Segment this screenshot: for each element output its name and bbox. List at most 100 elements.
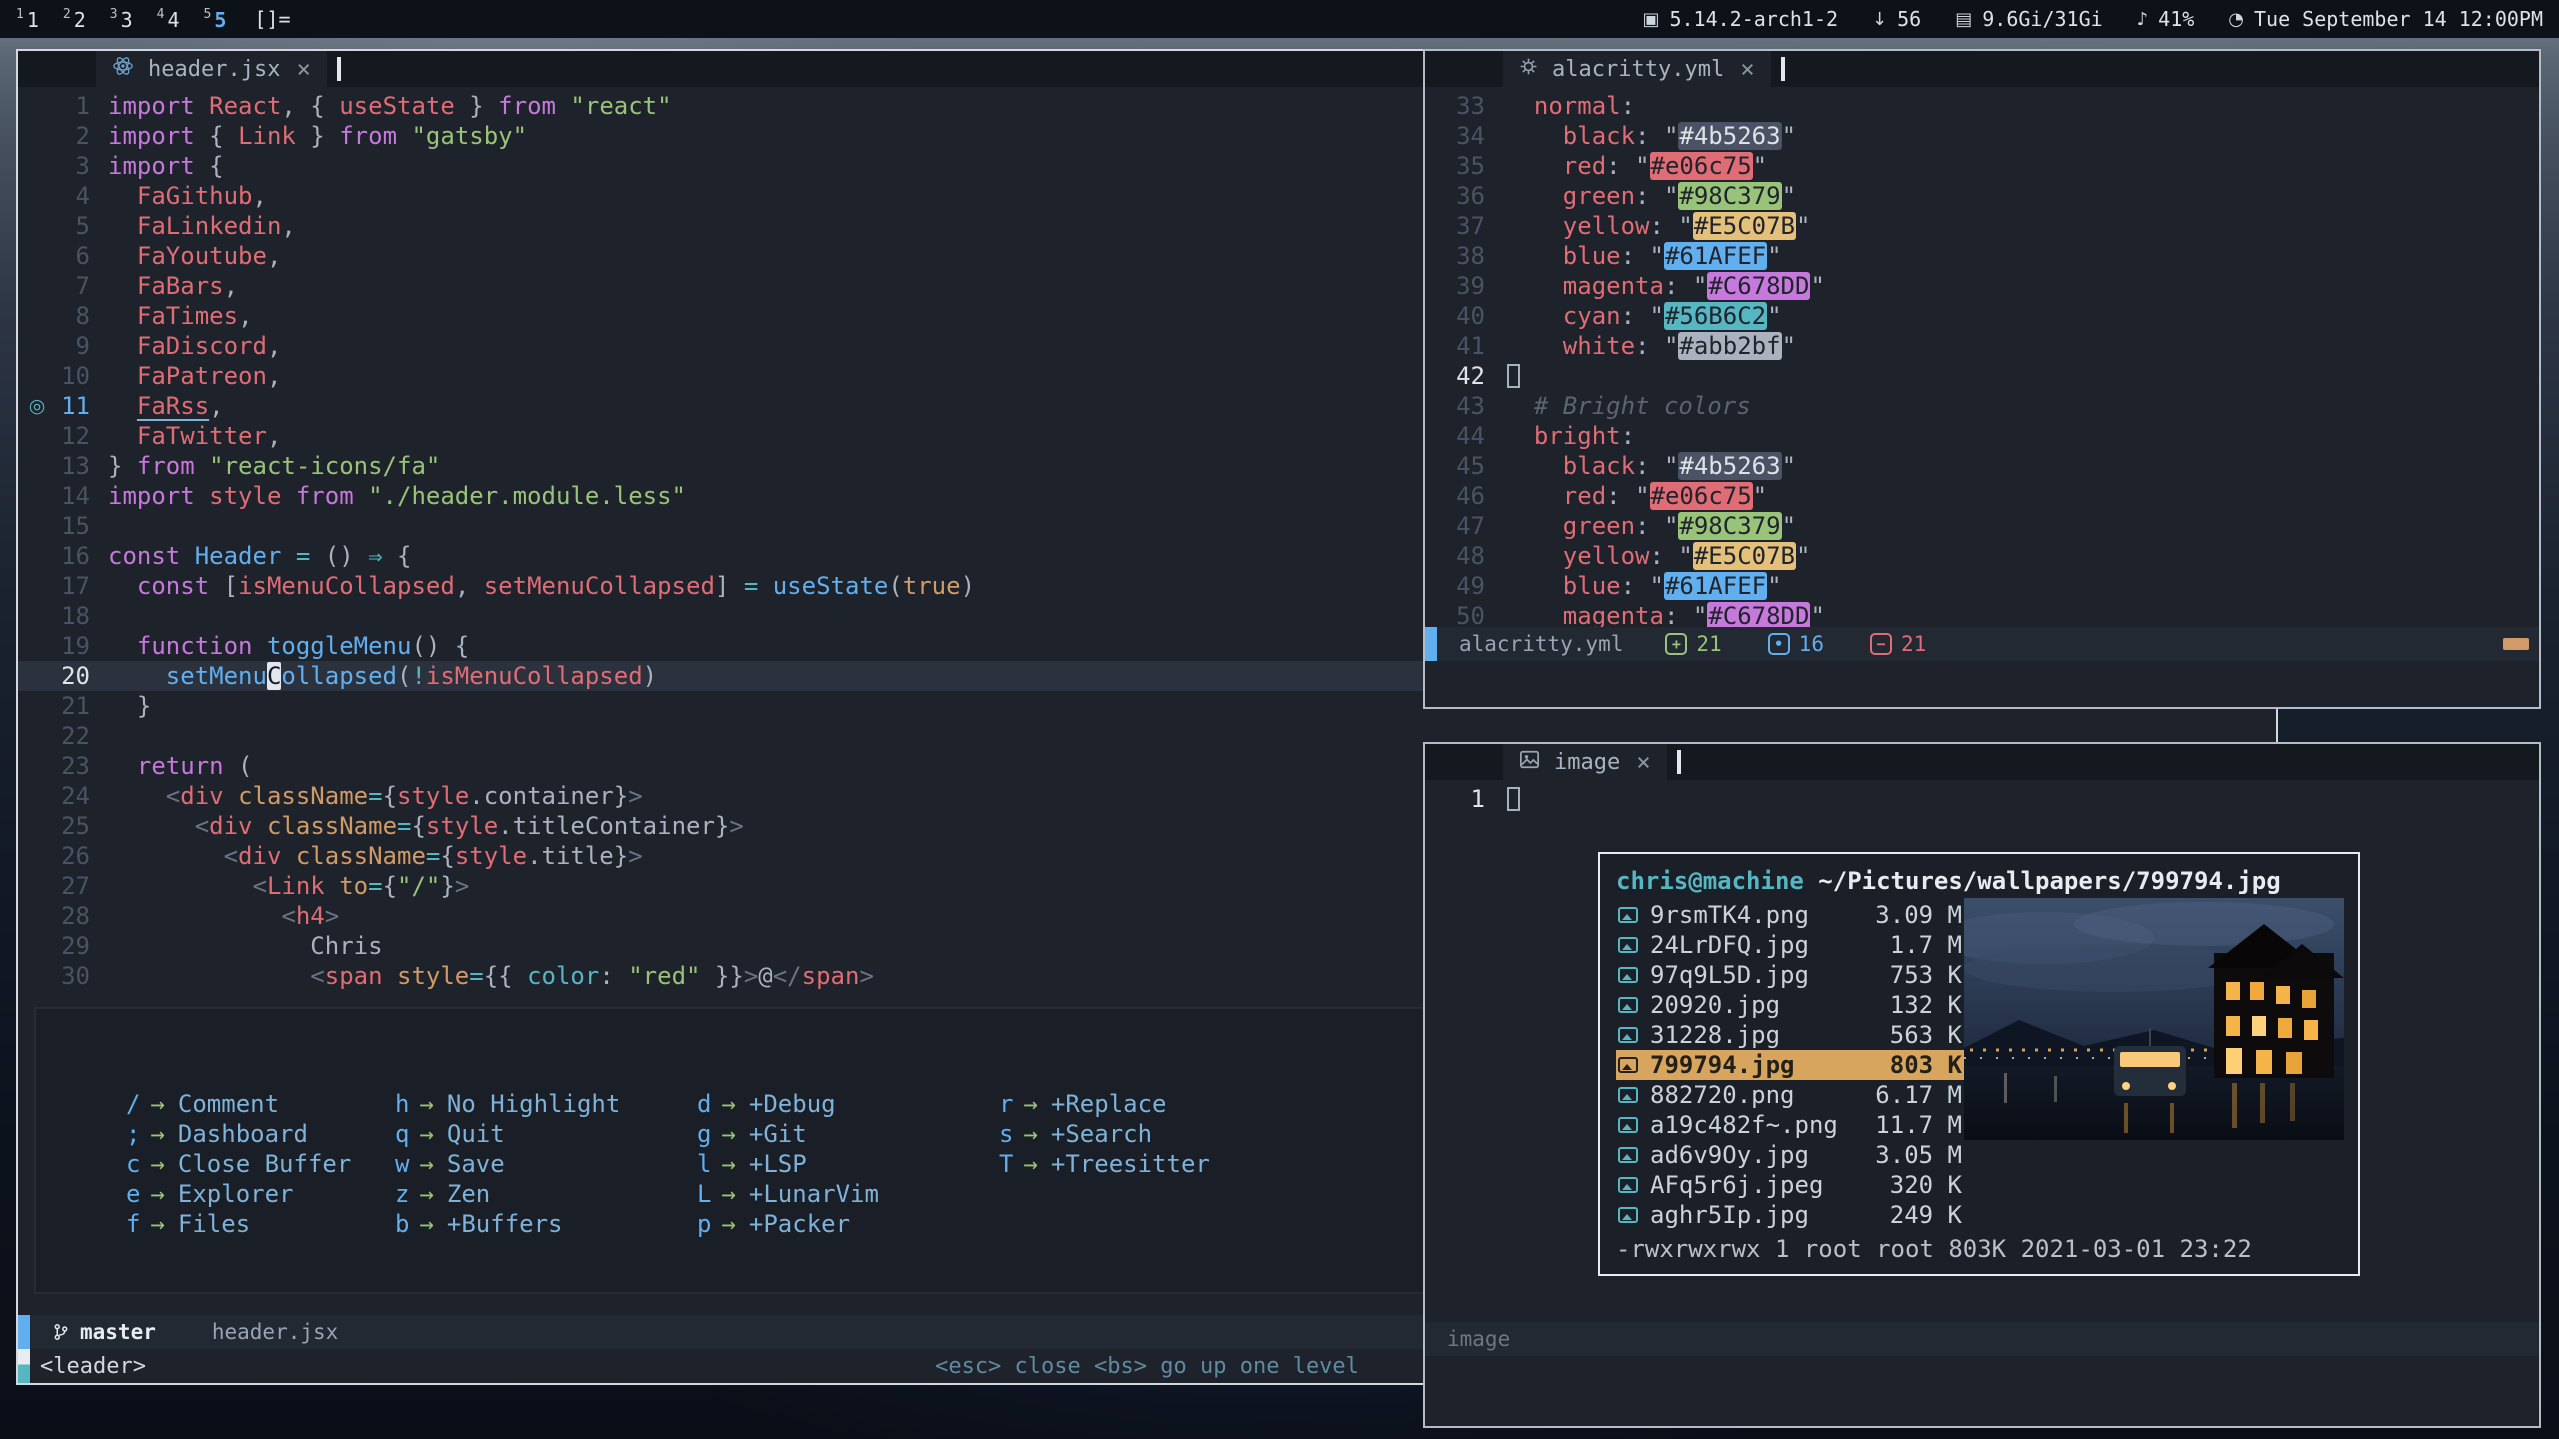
- tab-alacritty-yml[interactable]: alacritty.yml ×: [1503, 51, 1771, 87]
- whichkey-item[interactable]: e→Explorer: [126, 1179, 351, 1209]
- whichkey-key: e: [126, 1179, 140, 1209]
- status-bar: 11 22 33 44 55 []= ▣5.14.2-arch1-2 ↓56 ▤…: [0, 0, 2559, 38]
- code-line[interactable]: 49 blue: "#61AFEF": [1425, 571, 2539, 601]
- file-row[interactable]: AFq5r6j.jpeg320 K: [1616, 1170, 1968, 1200]
- file-row[interactable]: 31228.jpg563 K: [1616, 1020, 1968, 1050]
- arrow-icon: →: [1023, 1089, 1037, 1119]
- tab-image[interactable]: image ×: [1503, 744, 1667, 780]
- code-line[interactable]: 40 cyan: "#56B6C2": [1425, 301, 2539, 331]
- whichkey-item[interactable]: z→Zen: [395, 1179, 620, 1209]
- code-line[interactable]: 39 magenta: "#C678DD": [1425, 271, 2539, 301]
- whichkey-item[interactable]: r→+Replace: [999, 1089, 1210, 1119]
- code-text: [1505, 784, 1520, 814]
- line-number: 44: [1425, 421, 1505, 451]
- code-line[interactable]: 36 green: "#98C379": [1425, 181, 2539, 211]
- code-line[interactable]: 38 blue: "#61AFEF": [1425, 241, 2539, 271]
- whichkey-item[interactable]: L→+LunarVim: [697, 1179, 879, 1209]
- sign-column: [18, 241, 56, 271]
- volume-icon: ♪: [2137, 9, 2149, 30]
- line-number: 14: [56, 481, 108, 511]
- file-row[interactable]: 882720.png6.17 M: [1616, 1080, 1968, 1110]
- tag-5[interactable]: 55: [204, 7, 227, 32]
- whichkey-item[interactable]: h→No Highlight: [395, 1089, 620, 1119]
- layout-indicator[interactable]: []=: [254, 7, 290, 31]
- tag-count: 1: [16, 7, 24, 22]
- whichkey-key: d: [697, 1089, 711, 1119]
- code-line[interactable]: 42: [1425, 361, 2539, 391]
- arrow-icon: →: [419, 1179, 433, 1209]
- line-number: 28: [56, 901, 108, 931]
- tag-3[interactable]: 33: [110, 7, 133, 32]
- tag-4[interactable]: 44: [157, 7, 180, 32]
- file-row[interactable]: 24LrDFQ.jpg1.7 M: [1616, 930, 1968, 960]
- current-file-path: ~/Pictures/wallpapers/799794.jpg: [1818, 866, 2280, 896]
- whichkey-item[interactable]: g→+Git: [697, 1119, 879, 1149]
- code-line[interactable]: 33 normal:: [1425, 91, 2539, 121]
- code-line[interactable]: 47 green: "#98C379": [1425, 511, 2539, 541]
- whichkey-item[interactable]: b→+Buffers: [395, 1209, 620, 1239]
- file-row[interactable]: 9rsmTK4.png3.09 M: [1616, 900, 1968, 930]
- whichkey-item[interactable]: f→Files: [126, 1209, 351, 1239]
- whichkey-item[interactable]: l→+LSP: [697, 1149, 879, 1179]
- tab-header-jsx[interactable]: header.jsx ×: [96, 51, 327, 87]
- code-line[interactable]: 44 bright:: [1425, 421, 2539, 451]
- file-row[interactable]: ad6v9Oy.jpg3.05 M: [1616, 1140, 1968, 1170]
- file-permissions: -rwxrwxrwx 1 root root 803K 2021-03-01 2…: [1616, 1234, 2342, 1264]
- tag-label: 5: [214, 8, 226, 32]
- editor-buffer[interactable]: 1 chris@machine ~/Pictures/wallpapers/79…: [1425, 780, 2539, 1322]
- whichkey-item[interactable]: q→Quit: [395, 1119, 620, 1149]
- react-icon: [112, 55, 134, 83]
- file-size: 320 K: [1890, 1170, 1962, 1200]
- kernel-status: ▣5.14.2-arch1-2: [1642, 7, 1838, 31]
- whichkey-column: h→No Highlightq→Quitw→Savez→Zenb→+Buffer…: [395, 1089, 620, 1239]
- user-host: chris@machine: [1616, 866, 1804, 896]
- whichkey-item[interactable]: p→+Packer: [697, 1209, 879, 1239]
- code-line[interactable]: 50 magenta: "#C678DD": [1425, 601, 2539, 627]
- file-name: 882720.png: [1650, 1080, 1875, 1110]
- whichkey-item[interactable]: w→Save: [395, 1149, 620, 1179]
- whichkey-item[interactable]: c→Close Buffer: [126, 1149, 351, 1179]
- whichkey-item[interactable]: /→Comment: [126, 1089, 351, 1119]
- file-row[interactable]: 799794.jpg803 K: [1616, 1050, 1968, 1080]
- code-line[interactable]: 34 black: "#4b5263": [1425, 121, 2539, 151]
- workspace-tags: 11 22 33 44 55: [16, 7, 226, 32]
- close-icon[interactable]: ×: [296, 55, 310, 83]
- code-line[interactable]: 41 white: "#abb2bf": [1425, 331, 2539, 361]
- file-row[interactable]: aghr5Ip.jpg249 K: [1616, 1200, 1968, 1230]
- tag-1[interactable]: 11: [16, 7, 39, 32]
- statusline-filename: image: [1447, 1327, 1510, 1351]
- line-number: 43: [1425, 391, 1505, 421]
- code-line[interactable]: 35 red: "#e06c75": [1425, 151, 2539, 181]
- tag-2[interactable]: 22: [63, 7, 86, 32]
- close-icon[interactable]: ×: [1740, 55, 1754, 83]
- file-size: 132 K: [1890, 990, 1962, 1020]
- whichkey-item[interactable]: s→+Search: [999, 1119, 1210, 1149]
- file-row[interactable]: 97q9L5D.jpg753 K: [1616, 960, 1968, 990]
- whichkey-key: l: [697, 1149, 711, 1179]
- statusline-filename: header.jsx: [212, 1320, 338, 1344]
- sign-column: [18, 691, 56, 721]
- kernel-version: 5.14.2-arch1-2: [1669, 7, 1838, 31]
- code-text: <h4>: [108, 901, 339, 931]
- editor-buffer[interactable]: 33 normal:34 black: "#4b5263"35 red: "#e…: [1425, 87, 2539, 627]
- whichkey-item[interactable]: T→+Treesitter: [999, 1149, 1210, 1179]
- whichkey-item[interactable]: ;→Dashboard: [126, 1119, 351, 1149]
- code-line[interactable]: 48 yellow: "#E5C07B": [1425, 541, 2539, 571]
- line-number: 17: [56, 571, 108, 601]
- code-line[interactable]: 43 # Bright colors: [1425, 391, 2539, 421]
- command-line: [1425, 661, 2539, 707]
- whichkey-item[interactable]: d→+Debug: [697, 1089, 879, 1119]
- file-name: 20920.jpg: [1650, 990, 1890, 1020]
- file-row[interactable]: a19c482f~.png11.7 M: [1616, 1110, 1968, 1140]
- code-text: return (: [108, 751, 253, 781]
- git-branch-icon: [52, 1322, 70, 1342]
- code-line[interactable]: 1: [1425, 784, 2539, 814]
- code-line[interactable]: 45 black: "#4b5263": [1425, 451, 2539, 481]
- whichkey-label: +Packer: [749, 1209, 850, 1239]
- close-icon[interactable]: ×: [1636, 748, 1650, 776]
- code-line[interactable]: 46 red: "#e06c75": [1425, 481, 2539, 511]
- file-name: 9rsmTK4.png: [1650, 900, 1875, 930]
- file-row[interactable]: 20920.jpg132 K: [1616, 990, 1968, 1020]
- line-number: 38: [1425, 241, 1505, 271]
- code-line[interactable]: 37 yellow: "#E5C07B": [1425, 211, 2539, 241]
